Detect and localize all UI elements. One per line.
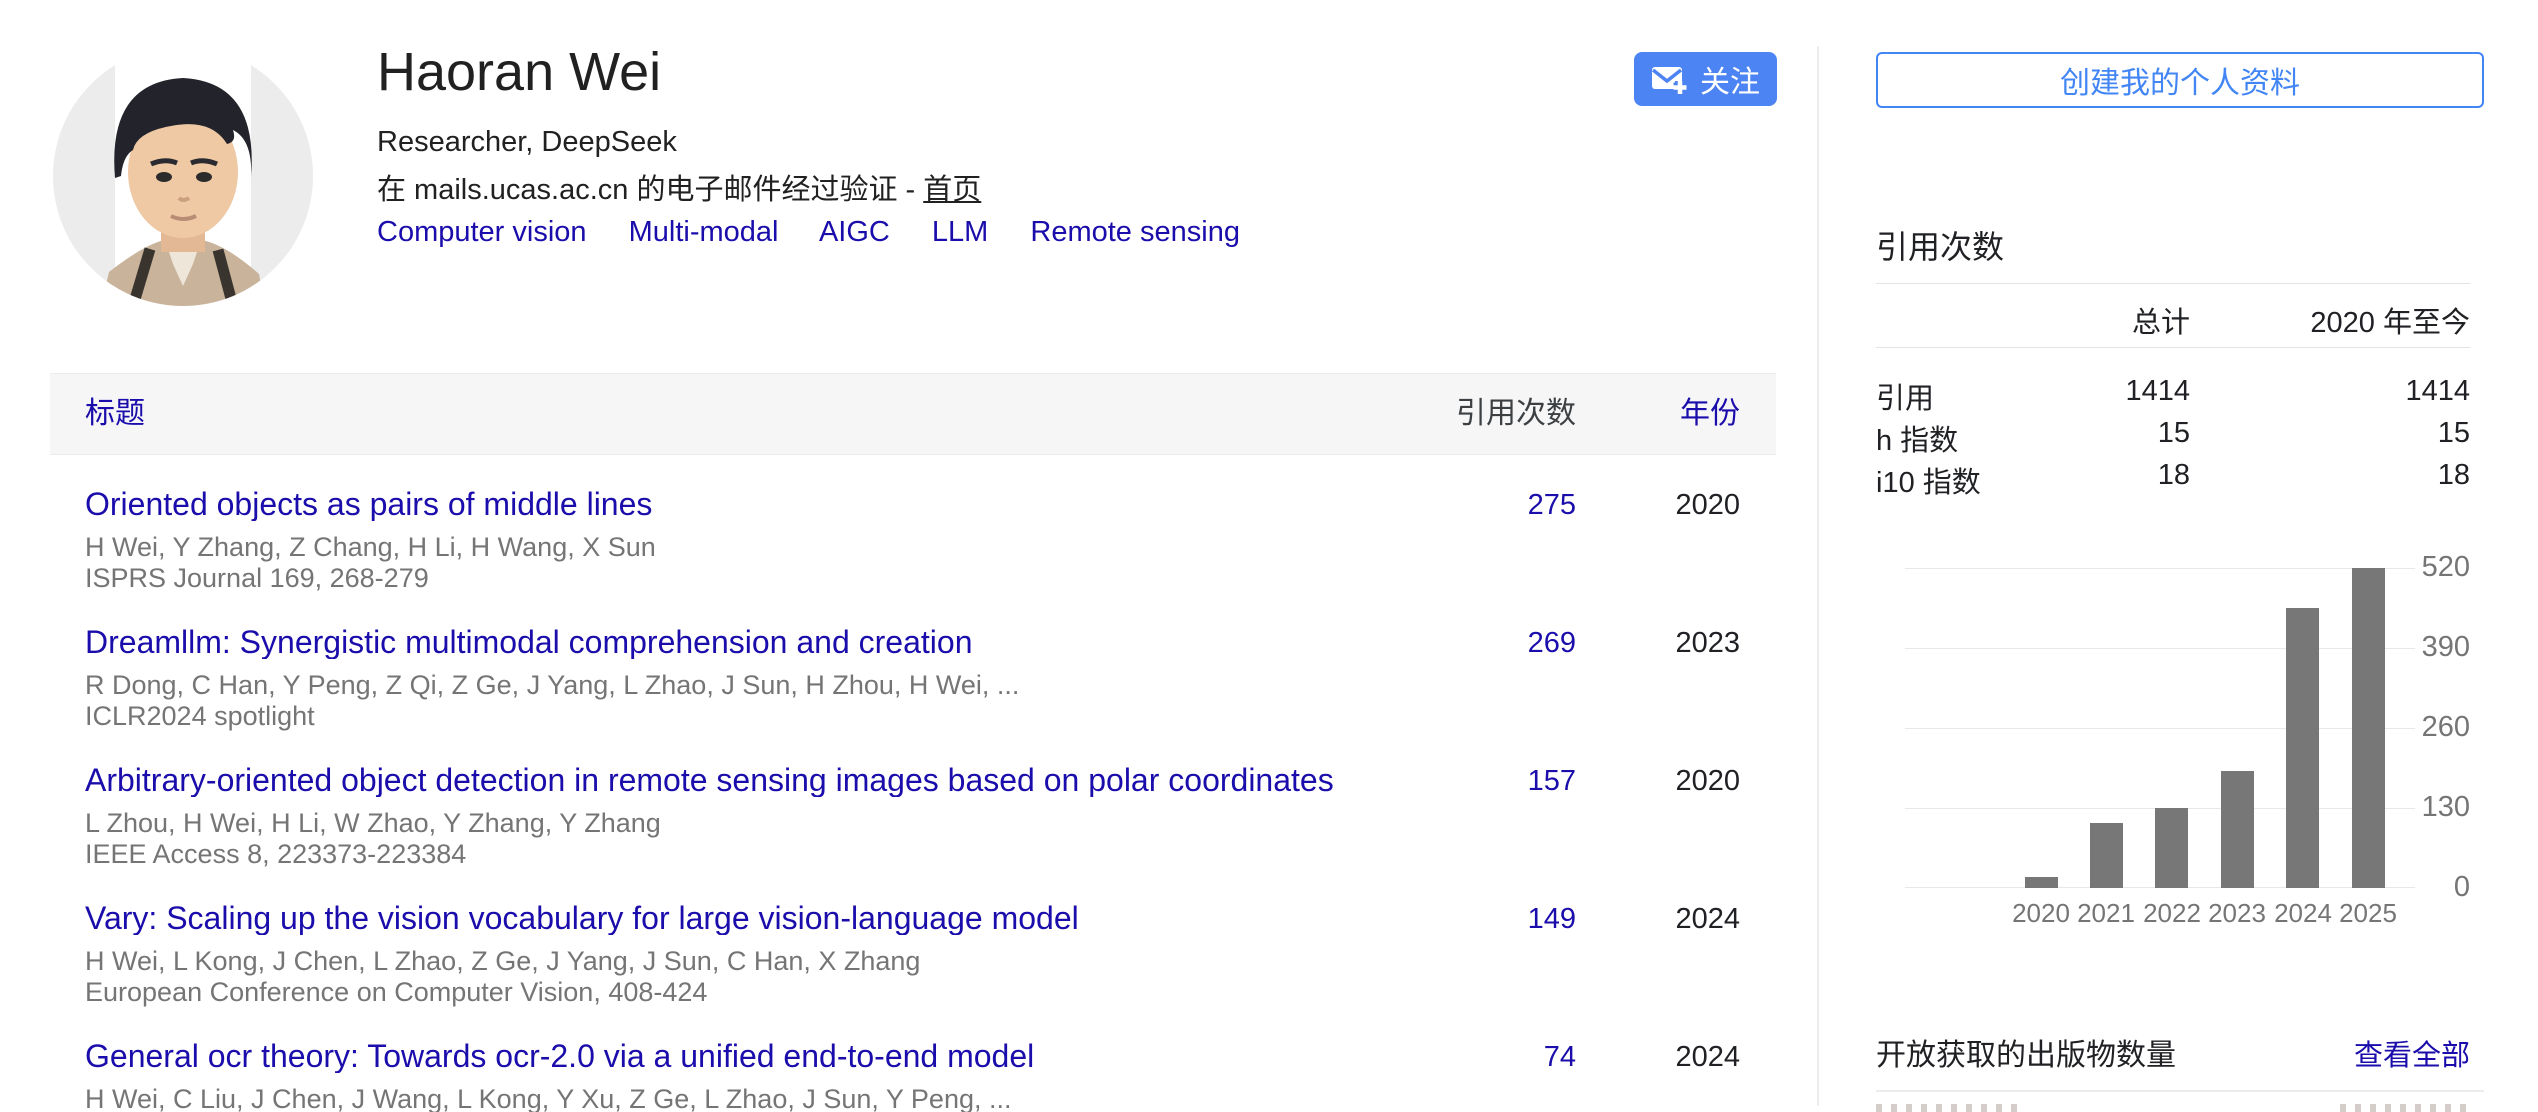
sort-by-year-link[interactable]: 年份 xyxy=(1680,374,1740,454)
article-row: Dreamllm: Synergistic multimodal compreh… xyxy=(85,625,1740,732)
chart-ytick-label: 260 xyxy=(2422,711,2470,744)
article-row: Arbitrary-oriented object detection in r… xyxy=(85,763,1740,870)
article-cited-by-link[interactable]: 149 xyxy=(1528,903,1576,936)
vertical-divider xyxy=(1817,46,1819,1106)
chart-ytick-label: 390 xyxy=(2422,631,2470,664)
open-access-divider xyxy=(1876,1090,2484,1092)
sort-by-title-link[interactable]: 标题 xyxy=(85,374,145,454)
avatar-photo xyxy=(53,46,313,306)
article-title-link[interactable]: General ocr theory: Towards ocr-2.0 via … xyxy=(85,1039,1034,1073)
article-cited-by-link[interactable]: 275 xyxy=(1528,489,1576,522)
article-row: General ocr theory: Towards ocr-2.0 via … xyxy=(85,1039,1740,1112)
table-divider xyxy=(1876,283,2470,284)
stat-citations-since: 1414 xyxy=(2405,375,2470,408)
stat-i10-index-all: 18 xyxy=(2158,459,2190,492)
article-authors: L Zhou, H Wei, H Li, W Zhao, Y Zhang, Y … xyxy=(85,808,1740,839)
interest-tag-remote-sensing[interactable]: Remote sensing xyxy=(1030,216,1240,248)
chart-xtick-labels: 202020212022202320242025 xyxy=(1905,898,2415,928)
chart-bar-2023[interactable] xyxy=(2221,771,2254,888)
article-authors: H Wei, Y Zhang, Z Chang, H Li, H Wang, X… xyxy=(85,532,1740,563)
scholar-profile-page: Haoran Wei Researcher, DeepSeek 在 mails.… xyxy=(0,0,2538,1112)
chart-bar-2024[interactable] xyxy=(2286,608,2319,888)
verified-email-text: 在 mails.ucas.ac.cn 的电子邮件经过验证 - xyxy=(377,174,923,206)
follow-button[interactable]: 关注 xyxy=(1634,52,1777,106)
article-year: 2024 xyxy=(1675,903,1740,936)
profile-affiliation: Researcher, DeepSeek xyxy=(377,126,677,159)
chart-xtick-label: 2025 xyxy=(2328,898,2408,929)
article-title-link[interactable]: Vary: Scaling up the vision vocabulary f… xyxy=(85,901,1079,935)
article-title-link[interactable]: Dreamllm: Synergistic multimodal compreh… xyxy=(85,625,972,659)
avatar[interactable] xyxy=(53,46,313,306)
citations-chart-plot xyxy=(1905,568,2415,888)
clipped-text-sliver xyxy=(1876,1104,2026,1112)
stat-label-h-index: h 指数 xyxy=(1876,417,1958,459)
articles-table-header: 标题 引用次数 年份 xyxy=(50,373,1776,455)
stat-label-i10-index: i10 指数 xyxy=(1876,459,1981,501)
article-authors: H Wei, L Kong, J Chen, L Zhao, Z Ge, J Y… xyxy=(85,946,1740,977)
create-profile-button[interactable]: 创建我的个人资料 xyxy=(1876,52,2484,108)
stats-col-total: 总计 xyxy=(2132,299,2190,341)
view-all-link[interactable]: 查看全部 xyxy=(2354,1032,2470,1074)
interest-tag-aigc[interactable]: AIGC xyxy=(819,216,890,248)
article-title-link[interactable]: Oriented objects as pairs of middle line… xyxy=(85,487,652,521)
interest-tag-multi-modal[interactable]: Multi-modal xyxy=(629,216,779,248)
clipped-text-sliver xyxy=(2340,1104,2470,1112)
article-venue: European Conference on Computer Vision, … xyxy=(85,977,1740,1008)
follow-button-label: 关注 xyxy=(1700,57,1760,101)
chart-ytick-label: 0 xyxy=(2454,871,2470,904)
article-year: 2024 xyxy=(1675,1041,1740,1074)
chart-ytick-label: 130 xyxy=(2422,791,2470,824)
article-row: Vary: Scaling up the vision vocabulary f… xyxy=(85,901,1740,1008)
homepage-link[interactable]: 首页 xyxy=(923,174,981,206)
cited-by-column-header: 引用次数 xyxy=(1456,374,1576,454)
stat-citations-all: 1414 xyxy=(2125,375,2190,408)
table-divider xyxy=(1876,347,2470,348)
chart-bar-2025[interactable] xyxy=(2352,568,2385,888)
open-access-section: 开放获取的出版物数量 查看全部 xyxy=(1876,1030,2470,1074)
article-title-link[interactable]: Arbitrary-oriented object detection in r… xyxy=(85,763,1334,797)
chart-gridline xyxy=(1905,568,2415,569)
interest-tag-llm[interactable]: LLM xyxy=(932,216,988,248)
stat-i10-index-since: 18 xyxy=(2438,459,2470,492)
article-year: 2023 xyxy=(1675,627,1740,660)
stat-h-index-all: 15 xyxy=(2158,417,2190,450)
article-year: 2020 xyxy=(1675,765,1740,798)
chart-bar-2022[interactable] xyxy=(2155,808,2188,888)
interest-tag-computer-vision[interactable]: Computer vision xyxy=(377,216,587,248)
citation-stats-table: 总计 2020 年至今 引用 1414 1414 h 指数 15 15 i10 … xyxy=(1876,283,2470,493)
article-cited-by-link[interactable]: 269 xyxy=(1528,627,1576,660)
article-authors: R Dong, C Han, Y Peng, Z Qi, Z Ge, J Yan… xyxy=(85,670,1740,701)
article-cited-by-link[interactable]: 157 xyxy=(1528,765,1576,798)
article-authors: H Wei, C Liu, J Chen, J Wang, L Kong, Y … xyxy=(85,1084,1740,1112)
stat-label-citations: 引用 xyxy=(1876,375,1934,417)
article-venue: ICLR2024 spotlight xyxy=(85,701,1740,732)
chart-gridline xyxy=(1905,728,2415,729)
article-cited-by-link[interactable]: 74 xyxy=(1544,1041,1576,1074)
cited-by-heading: 引用次数 xyxy=(1876,222,2004,268)
chart-ytick-labels: 0130260390520 xyxy=(2398,568,2470,888)
chart-gridline xyxy=(1905,648,2415,649)
chart-bar-2021[interactable] xyxy=(2090,823,2123,888)
article-year: 2020 xyxy=(1675,489,1740,522)
open-access-heading: 开放获取的出版物数量 xyxy=(1876,1039,2176,1072)
chart-bar-2020[interactable] xyxy=(2025,877,2058,888)
article-venue: IEEE Access 8, 223373-223384 xyxy=(85,839,1740,870)
verified-email-line: 在 mails.ucas.ac.cn 的电子邮件经过验证 - 首页 xyxy=(377,166,981,208)
stat-h-index-since: 15 xyxy=(2438,417,2470,450)
chart-ytick-label: 520 xyxy=(2422,551,2470,584)
email-follow-icon xyxy=(1651,64,1688,95)
interests-row: Computer vision Multi-modal AIGC LLM Rem… xyxy=(377,216,1274,249)
article-row: Oriented objects as pairs of middle line… xyxy=(85,487,1740,594)
stats-col-since: 2020 年至今 xyxy=(2310,299,2470,341)
article-venue: ISPRS Journal 169, 268-279 xyxy=(85,563,1740,594)
profile-name: Haoran Wei xyxy=(377,40,661,104)
